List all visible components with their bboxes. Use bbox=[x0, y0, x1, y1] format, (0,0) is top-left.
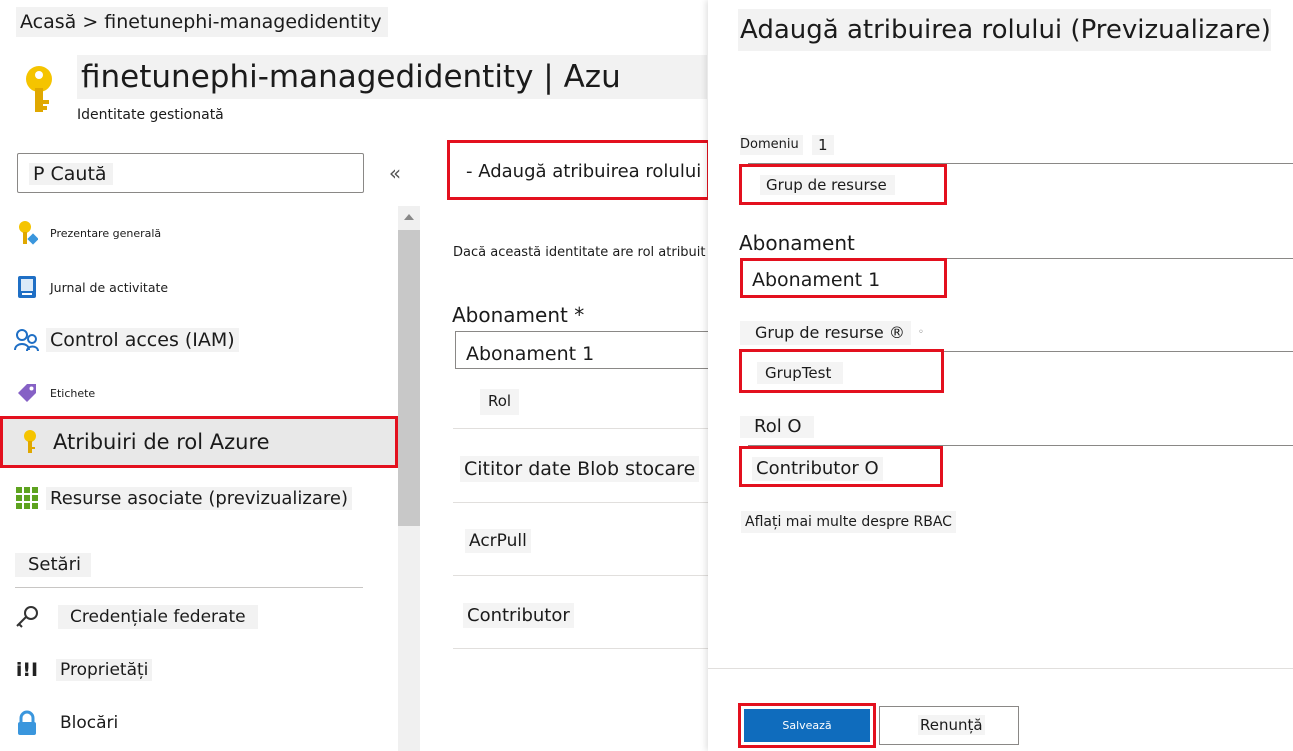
role-select-value: Contributor O bbox=[752, 457, 883, 481]
sidebar-item-federated-credentials[interactable]: Credențiale federate bbox=[8, 600, 396, 634]
table-row[interactable]: AcrPull bbox=[465, 529, 531, 553]
role-label: Rol O bbox=[740, 416, 814, 438]
sidebar-item-label: Prezentare generală bbox=[50, 226, 162, 240]
tag-icon bbox=[8, 381, 46, 405]
table-row[interactable]: Cititor date Blob stocare bbox=[460, 456, 700, 482]
sidebar-item-iam[interactable]: Control acces (IAM) bbox=[8, 322, 396, 358]
sidebar-item-overview[interactable]: Prezentare generală bbox=[8, 216, 396, 250]
settings-heading: Setări bbox=[15, 553, 91, 577]
sidebar-item-label: Jurnal de activitate bbox=[50, 279, 169, 295]
subscription-label: Abonament * bbox=[452, 303, 585, 327]
breadcrumb[interactable]: Acasă > finetunephi-managedidentity bbox=[16, 7, 388, 37]
divider bbox=[453, 428, 713, 429]
scrollbar-thumb[interactable] bbox=[398, 230, 420, 526]
sidebar-item-label: Atribuiri de rol Azure bbox=[53, 430, 270, 454]
divider bbox=[453, 575, 713, 576]
role-assignments-description: Dacă această identitate are rol atribuit bbox=[453, 245, 706, 260]
sidebar-item-properties[interactable]: i!I Proprietăți bbox=[8, 653, 396, 687]
scope-label: Domeniu bbox=[740, 135, 803, 155]
search-placeholder: P Caută bbox=[29, 163, 113, 185]
resource-group-label: Grup de resurse ® bbox=[740, 321, 911, 345]
role-column-header[interactable]: Rol bbox=[480, 389, 520, 415]
divider bbox=[453, 648, 713, 649]
table-row[interactable]: Contributor bbox=[463, 603, 574, 628]
divider bbox=[15, 587, 363, 588]
sidebar-item-label: Credențiale federate bbox=[58, 605, 258, 629]
grid-icon bbox=[8, 487, 46, 509]
iam-icon bbox=[8, 328, 46, 352]
info-icon: ◦ bbox=[918, 327, 924, 338]
sidebar-item-label: Blocări bbox=[60, 713, 119, 733]
properties-icon: i!I bbox=[15, 659, 39, 681]
cancel-button[interactable]: Renunță bbox=[879, 706, 1019, 745]
subscription-select-value: Abonament 1 bbox=[752, 269, 881, 291]
add-role-assignment-button[interactable]: - Adaugă atribuirea rolului bbox=[447, 140, 710, 200]
sidebar-item-activity-log[interactable]: Jurnal de activitate bbox=[8, 270, 396, 304]
save-button[interactable]: Salvează bbox=[738, 703, 876, 748]
cancel-button-label: Renunță bbox=[918, 715, 985, 735]
sidebar-item-azure-role-assignments[interactable]: Atribuiri de rol Azure bbox=[0, 416, 398, 468]
page-title: finetunephi-managedidentity | Azu bbox=[77, 55, 707, 99]
lock-icon bbox=[8, 710, 46, 736]
sidebar-item-tags[interactable]: Etichete bbox=[8, 376, 396, 410]
sidebar-item-label: Proprietăți bbox=[56, 659, 153, 681]
overview-icon bbox=[8, 220, 46, 246]
scope-info-badge: 1 bbox=[812, 135, 834, 155]
federated-key-icon bbox=[8, 604, 46, 630]
sidebar-item-related-resources[interactable]: Resurse asociate (previzualizare) bbox=[8, 482, 396, 514]
scope-select-value: Grup de resurse bbox=[760, 175, 895, 195]
sidebar-item-label: Control acces (IAM) bbox=[46, 328, 239, 352]
subscription-label: Abonament bbox=[739, 231, 855, 255]
sidebar-item-locks[interactable]: Blocări bbox=[8, 706, 396, 740]
rbac-learn-more-link[interactable]: Aflați mai multe despre RBAC bbox=[741, 511, 956, 533]
save-button-label: Salvează bbox=[744, 709, 870, 742]
subscription-select-value: Abonament 1 bbox=[466, 343, 595, 365]
panel-title: Adaugă atribuirea rolului (Previzualizar… bbox=[738, 9, 1271, 51]
key-icon bbox=[11, 429, 49, 455]
divider bbox=[453, 502, 713, 503]
sidebar-item-label: Etichete bbox=[50, 386, 96, 400]
key-icon bbox=[26, 66, 52, 112]
sidebar-item-label: Resurse asociate (previzualizare) bbox=[46, 486, 352, 510]
collapse-icon[interactable]: « bbox=[384, 160, 406, 186]
activity-log-icon bbox=[8, 275, 46, 299]
page-subtitle: Identitate gestionată bbox=[77, 107, 224, 123]
resource-group-select-value: GrupTest bbox=[757, 362, 844, 384]
divider bbox=[708, 668, 1293, 669]
add-role-assignment-label: - Adaugă atribuirea rolului bbox=[466, 161, 702, 182]
scroll-up-arrow-icon[interactable] bbox=[398, 206, 420, 228]
